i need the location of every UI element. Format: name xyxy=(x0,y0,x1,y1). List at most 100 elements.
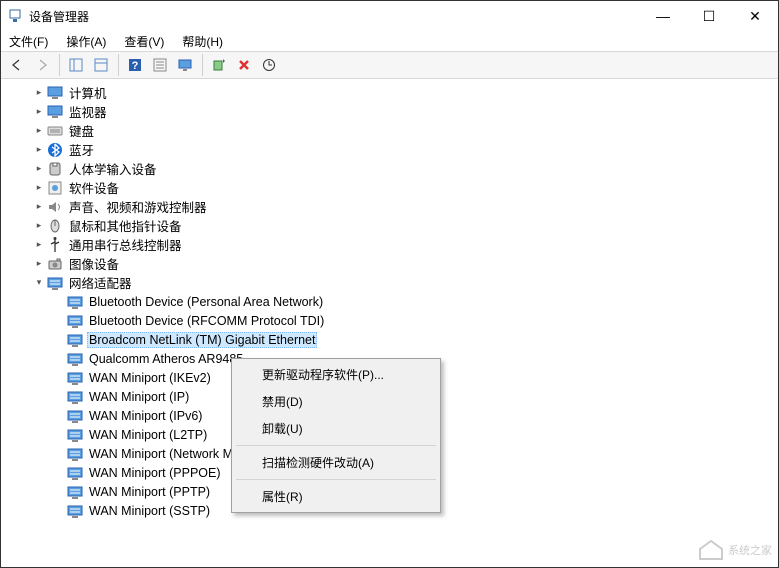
update-button[interactable] xyxy=(257,54,281,76)
speaker-icon xyxy=(47,199,63,215)
chevron-right-icon[interactable]: ▸ xyxy=(32,105,46,119)
tree-category-label: 图像设备 xyxy=(67,254,121,273)
tree-category-label: 通用串行总线控制器 xyxy=(67,235,184,254)
menu-action[interactable]: 操作(A) xyxy=(62,32,110,51)
tree-category-label: 计算机 xyxy=(67,83,109,102)
properties-button[interactable] xyxy=(89,54,113,76)
menu-view[interactable]: 查看(V) xyxy=(120,32,168,51)
net-icon xyxy=(47,275,63,291)
tree-category-label: 蓝牙 xyxy=(67,140,96,159)
chevron-right-icon[interactable]: ▸ xyxy=(32,181,46,195)
tree-category-label: 网络适配器 xyxy=(67,273,134,292)
chevron-right-icon[interactable]: ▸ xyxy=(32,257,46,271)
net-icon xyxy=(67,465,83,481)
back-button[interactable] xyxy=(5,54,29,76)
spacer xyxy=(52,466,66,480)
toolbar: ? xyxy=(1,51,778,79)
context-menu-separator xyxy=(236,479,436,480)
tree-category-usb[interactable]: ▸ 通用串行总线控制器 xyxy=(18,235,777,254)
context-menu-item[interactable]: 卸载(U) xyxy=(234,415,438,442)
spacer xyxy=(52,333,66,347)
chevron-right-icon[interactable]: ▸ xyxy=(32,200,46,214)
window-title: 设备管理器 xyxy=(29,8,640,25)
tree-device-label: WAN Miniport (IPv6) xyxy=(87,409,204,423)
net-icon xyxy=(67,294,83,310)
chevron-right-icon[interactable]: ▸ xyxy=(32,162,46,176)
tree-category-label: 键盘 xyxy=(67,121,96,140)
show-hidden-button[interactable] xyxy=(64,54,88,76)
chevron-right-icon[interactable]: ▸ xyxy=(32,219,46,233)
tree-category-mouse[interactable]: ▸ 鼠标和其他指针设备 xyxy=(18,216,777,235)
tree-category-software[interactable]: ▸ 软件设备 xyxy=(18,178,777,197)
chevron-right-icon[interactable]: ▸ xyxy=(32,86,46,100)
spacer xyxy=(52,314,66,328)
usb-icon xyxy=(47,237,63,253)
spacer xyxy=(52,447,66,461)
tree-device-label: Bluetooth Device (RFCOMM Protocol TDI) xyxy=(87,314,326,328)
spacer xyxy=(52,295,66,309)
titlebar: 设备管理器 — ☐ ✕ xyxy=(1,1,778,31)
tree-device-label: WAN Miniport (PPTP) xyxy=(87,485,212,499)
tree-category-computer[interactable]: ▸ 计算机 xyxy=(18,83,777,102)
chevron-right-icon[interactable]: ▸ xyxy=(32,143,46,157)
toolbar-separator xyxy=(59,54,60,76)
tree-category-bluetooth[interactable]: ▸ 蓝牙 xyxy=(18,140,777,159)
tree-device-label: WAN Miniport (IKEv2) xyxy=(87,371,213,385)
spacer xyxy=(52,409,66,423)
tree-device-item[interactable]: Broadcom NetLink (TM) Gigabit Ethernet xyxy=(18,330,777,349)
tree-device-item[interactable]: Bluetooth Device (RFCOMM Protocol TDI) xyxy=(18,311,777,330)
context-menu: 更新驱动程序软件(P)...禁用(D)卸载(U) 扫描检测硬件改动(A) 属性(R) xyxy=(231,358,441,513)
keyboard-icon xyxy=(47,123,63,139)
help-button[interactable]: ? xyxy=(123,54,147,76)
tree-category-label: 鼠标和其他指针设备 xyxy=(67,216,184,235)
net-icon xyxy=(67,332,83,348)
tree-device-label: WAN Miniport (PPPOE) xyxy=(87,466,223,480)
context-menu-item[interactable]: 禁用(D) xyxy=(234,388,438,415)
toolbar-separator xyxy=(118,54,119,76)
chevron-right-icon[interactable]: ▸ xyxy=(32,238,46,252)
menu-help[interactable]: 帮助(H) xyxy=(178,32,227,51)
tree-category-label: 监视器 xyxy=(67,102,109,121)
tree-category-label: 软件设备 xyxy=(67,178,121,197)
menu-file[interactable]: 文件(F) xyxy=(5,32,52,51)
spacer xyxy=(52,504,66,518)
uninstall-button[interactable] xyxy=(232,54,256,76)
tree-category-network[interactable]: ▾ 网络适配器 xyxy=(18,273,777,292)
mouse-icon xyxy=(47,218,63,234)
net-icon xyxy=(67,351,83,367)
net-icon xyxy=(67,446,83,462)
tree-device-label: WAN Miniport (SSTP) xyxy=(87,504,212,518)
forward-button[interactable] xyxy=(30,54,54,76)
context-menu-item[interactable]: 属性(R) xyxy=(234,483,438,510)
net-icon xyxy=(67,503,83,519)
tree-category-keyboard[interactable]: ▸ 键盘 xyxy=(18,121,777,140)
tree-category-audio[interactable]: ▸ 声音、视频和游戏控制器 xyxy=(18,197,777,216)
net-icon xyxy=(67,313,83,329)
scan-button[interactable] xyxy=(207,54,231,76)
context-menu-separator xyxy=(236,445,436,446)
net-icon xyxy=(67,408,83,424)
maximize-button[interactable]: ☐ xyxy=(686,1,732,31)
tree-category-imaging[interactable]: ▸ 图像设备 xyxy=(18,254,777,273)
spacer xyxy=(52,390,66,404)
tree-category-hid[interactable]: ▸ 人体学输入设备 xyxy=(18,159,777,178)
context-menu-item[interactable]: 更新驱动程序软件(P)... xyxy=(234,361,438,388)
spacer xyxy=(52,371,66,385)
tree-category-monitor[interactable]: ▸ 监视器 xyxy=(18,102,777,121)
close-button[interactable]: ✕ xyxy=(732,1,778,31)
window-controls: — ☐ ✕ xyxy=(640,1,778,31)
monitor-icon xyxy=(47,104,63,120)
tree-device-item[interactable]: Bluetooth Device (Personal Area Network) xyxy=(18,292,777,311)
tree-device-label: WAN Miniport (L2TP) xyxy=(87,428,209,442)
monitor-button[interactable] xyxy=(173,54,197,76)
spacer xyxy=(52,485,66,499)
menubar: 文件(F) 操作(A) 查看(V) 帮助(H) xyxy=(1,31,778,51)
list-view-button[interactable] xyxy=(148,54,172,76)
minimize-button[interactable]: — xyxy=(640,1,686,31)
chevron-down-icon[interactable]: ▾ xyxy=(32,276,46,290)
tree-device-label: Broadcom NetLink (TM) Gigabit Ethernet xyxy=(87,332,317,348)
chevron-right-icon[interactable]: ▸ xyxy=(32,124,46,138)
tree-device-label: WAN Miniport (IP) xyxy=(87,390,191,404)
context-menu-item[interactable]: 扫描检测硬件改动(A) xyxy=(234,449,438,476)
net-icon xyxy=(67,427,83,443)
